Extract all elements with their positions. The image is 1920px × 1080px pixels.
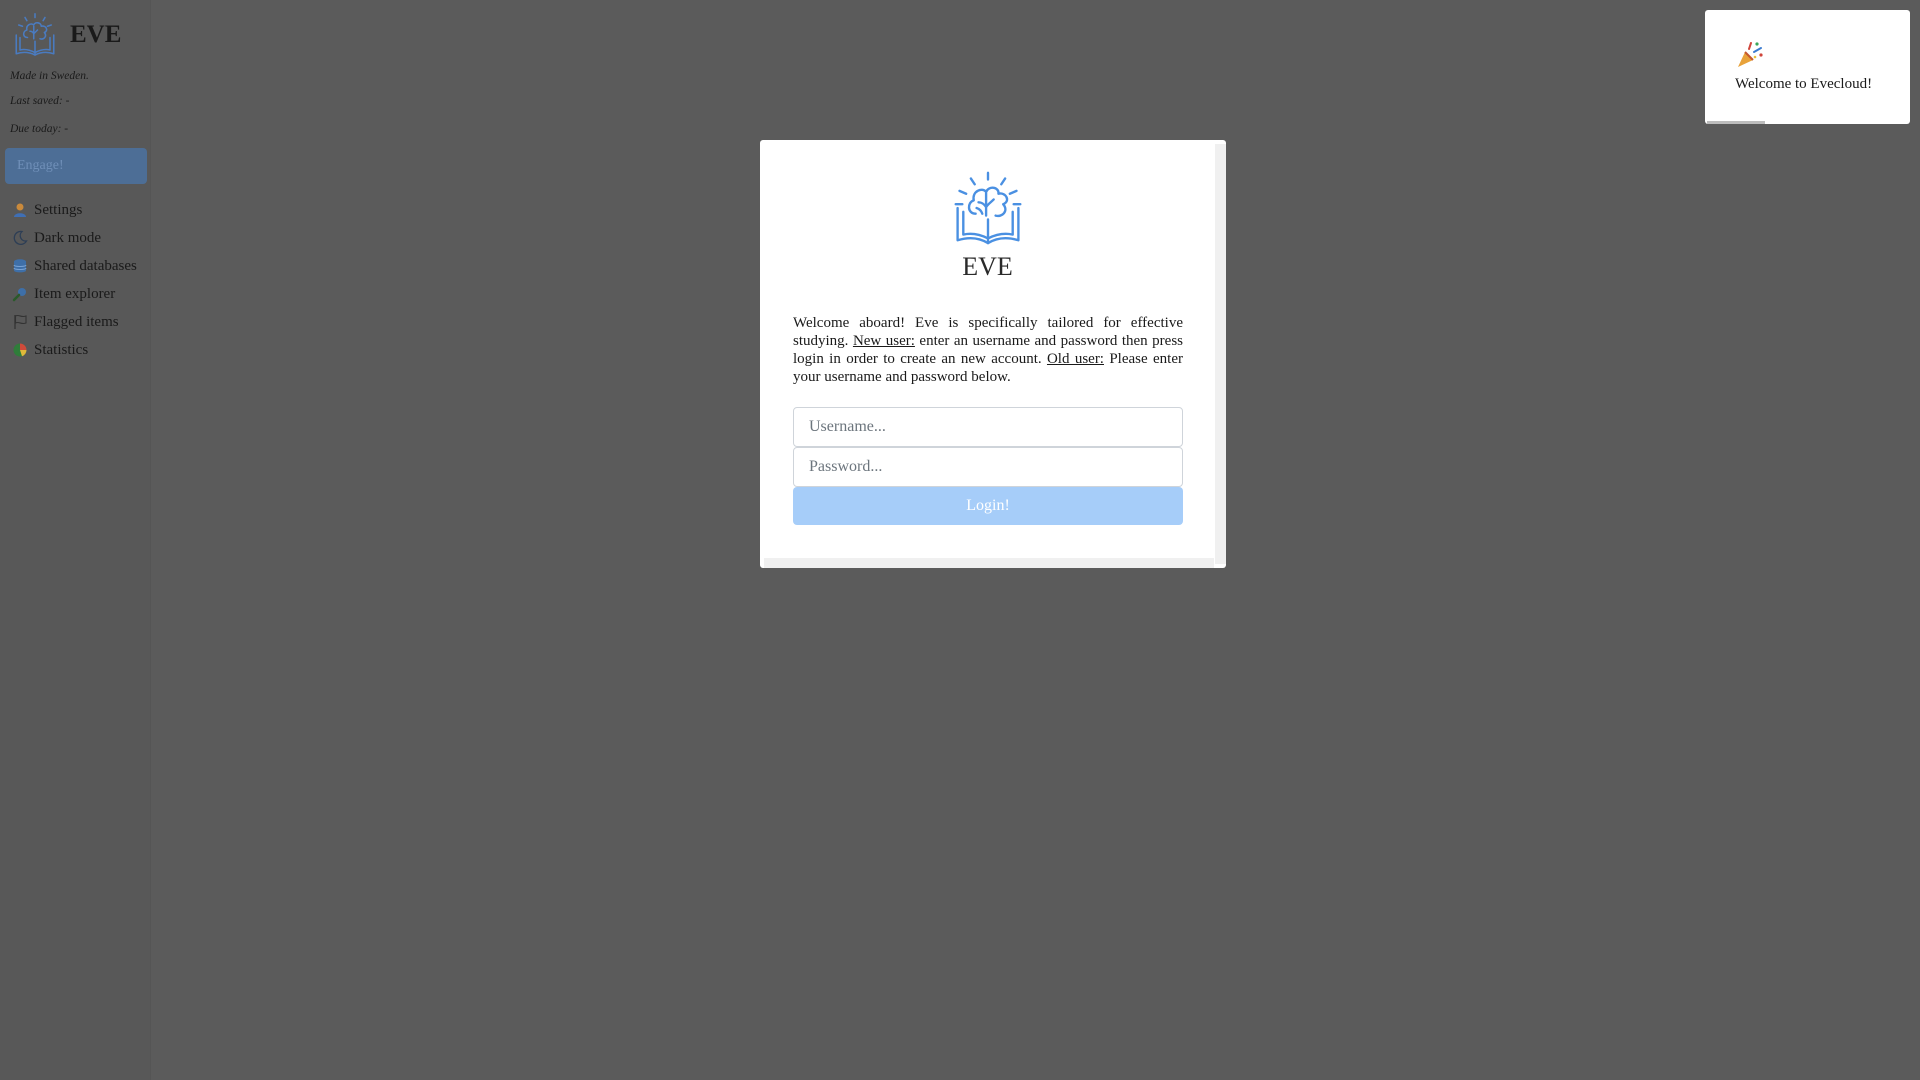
sidebar-item-label: Shared databases [34, 257, 137, 274]
due-today-text: Due today: - [10, 123, 69, 135]
last-saved-text: Last saved: - [10, 95, 70, 107]
toast-progress-bar [1707, 121, 1765, 124]
login-button[interactable]: Login! [793, 487, 1183, 525]
horizontal-scrollbar[interactable] [764, 558, 1214, 568]
database-icon [12, 258, 28, 274]
sidebar-item-label: Settings [34, 201, 83, 218]
brand[interactable]: EVE [10, 10, 121, 60]
made-in-text: Made in Sweden. [10, 70, 89, 82]
flag-icon [12, 314, 28, 330]
welcome-text: Welcome aboard! Eve is specifically tail… [793, 314, 1183, 386]
old-user-label: Old user: [1046, 351, 1104, 367]
password-input[interactable] [793, 447, 1183, 487]
toast-notification[interactable]: Welcome to Evecloud! [1705, 10, 1910, 124]
brain-book-logo-icon [15, 12, 55, 56]
brain-book-logo-icon [954, 171, 1022, 245]
sidebar-item-label: Item explorer [34, 285, 116, 302]
username-input[interactable] [793, 407, 1183, 447]
new-user-label: New user: [852, 333, 915, 349]
sidebar-item-statistics[interactable]: Statistics [12, 336, 137, 364]
sidebar-item-shared-databases[interactable]: Shared databases [12, 252, 137, 280]
engage-button[interactable]: Engage! [5, 148, 147, 184]
sidebar-nav: Settings Dark mode Shared databases Item… [12, 196, 137, 364]
vertical-scrollbar[interactable] [1215, 144, 1226, 564]
sidebar-item-label: Flagged items [34, 313, 119, 330]
moon-icon [12, 230, 28, 246]
login-modal: EVE Welcome aboard! Eve is specifically … [760, 140, 1226, 568]
sidebar-item-flagged-items[interactable]: Flagged items [12, 308, 137, 336]
magnifier-icon [12, 286, 28, 302]
sidebar-item-dark-mode[interactable]: Dark mode [12, 224, 137, 252]
sidebar: EVE Made in Sweden. Last saved: - Due to… [0, 0, 151, 1080]
sidebar-item-item-explorer[interactable]: Item explorer [12, 280, 137, 308]
pie-chart-icon [12, 342, 28, 358]
sidebar-item-settings[interactable]: Settings [12, 196, 137, 224]
sidebar-item-label: Statistics [34, 341, 89, 358]
toast-message: Welcome to Evecloud! [1735, 76, 1873, 92]
user-icon [12, 202, 28, 218]
modal-title: EVE [962, 252, 1013, 281]
party-popper-icon [1738, 42, 1763, 67]
sidebar-item-label: Dark mode [34, 229, 102, 246]
brand-name: EVE [70, 21, 122, 48]
